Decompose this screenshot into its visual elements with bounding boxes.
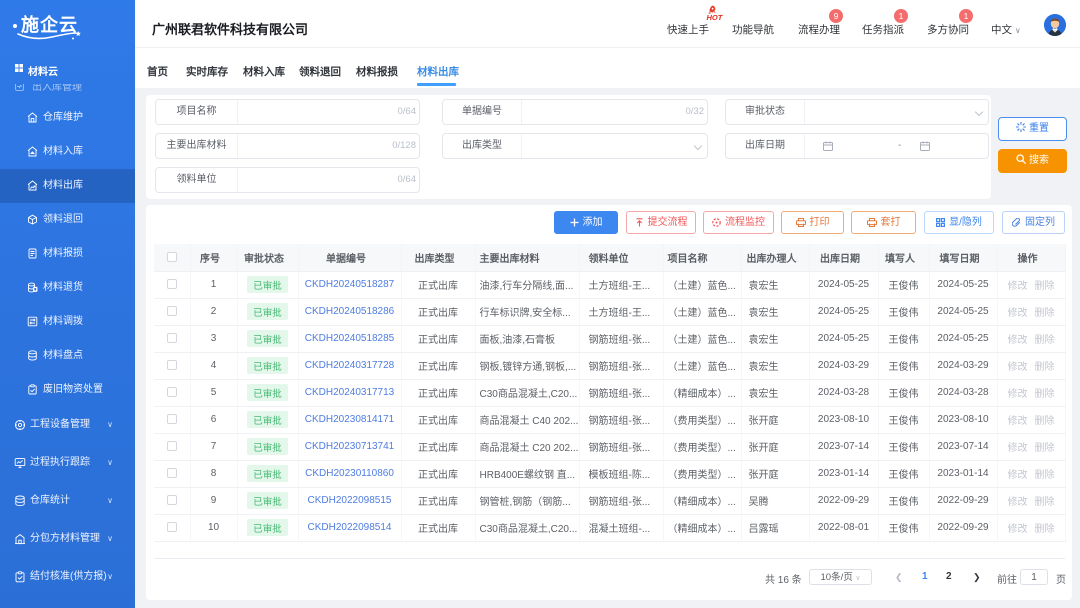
svg-text:HOT: HOT: [707, 13, 724, 21]
